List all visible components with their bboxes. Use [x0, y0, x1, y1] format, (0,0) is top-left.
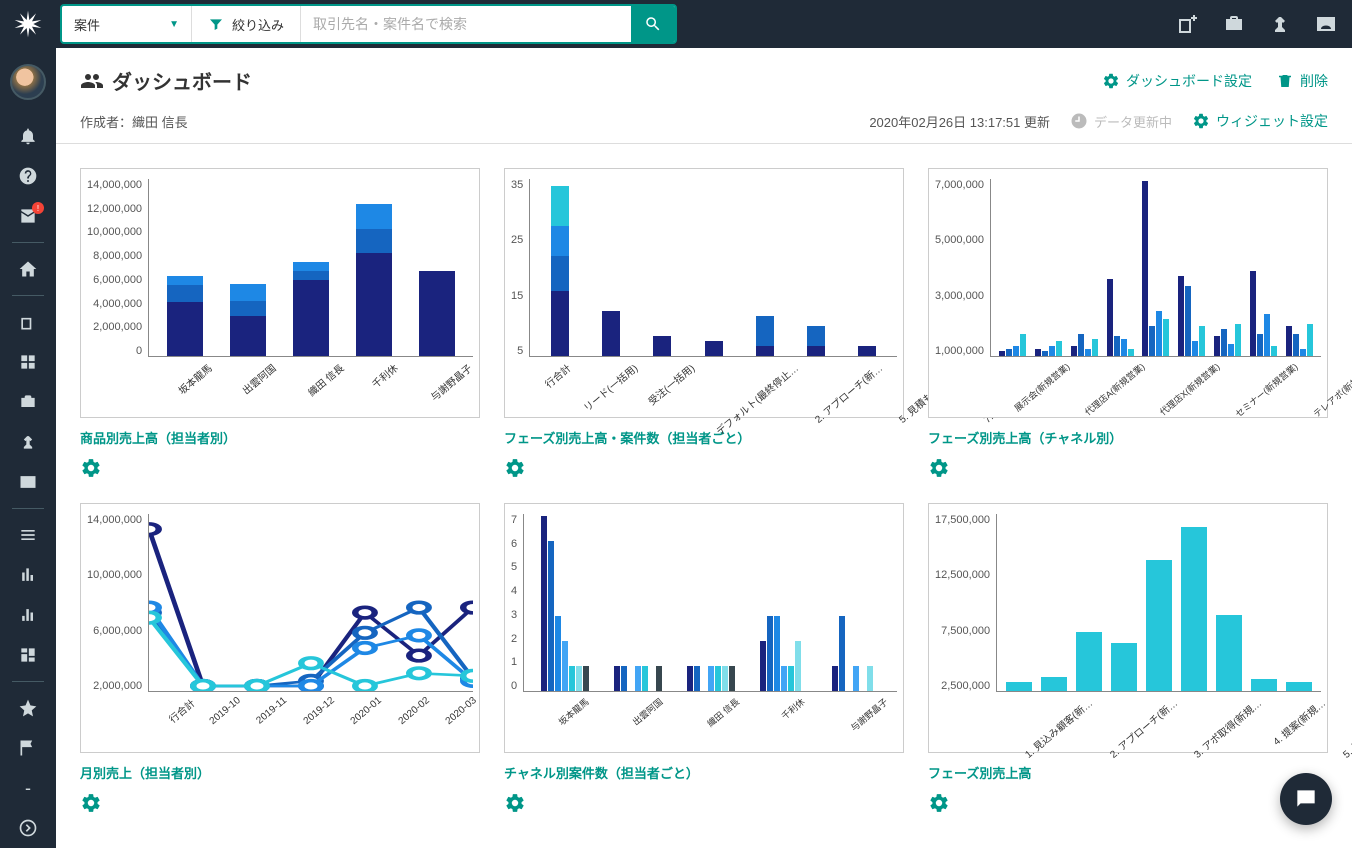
widget-title[interactable]: フェーズ別売上高（チャネル別）	[928, 428, 1328, 447]
nav-grid[interactable]	[0, 342, 56, 382]
dashboard-settings-button[interactable]: ダッシュボード設定	[1102, 71, 1252, 91]
filter-icon	[208, 16, 224, 32]
gear-icon	[1102, 72, 1120, 90]
nav-building[interactable]	[0, 302, 56, 342]
chevron-down-icon: ▼	[169, 19, 179, 30]
chart: 14,000,00010,000,0006,000,0002,000,000行合…	[80, 503, 480, 753]
widget-title[interactable]: 月別売上（担当者別）	[80, 763, 480, 782]
delete-button[interactable]: 削除	[1276, 71, 1328, 91]
nav-help[interactable]	[0, 156, 56, 196]
clock-icon	[1070, 112, 1088, 130]
nav-chart[interactable]	[0, 555, 56, 595]
search-button[interactable]	[631, 6, 675, 42]
nav-dashboard[interactable]	[0, 635, 56, 675]
widget-gear-button[interactable]	[80, 792, 102, 814]
search-input[interactable]	[301, 6, 631, 42]
nav-flag[interactable]	[0, 728, 56, 768]
nav-notifications[interactable]	[0, 116, 56, 156]
chart: 3525155行合計リード(一括用)受注(一括用)デフォルト(最終停止…2. ア…	[504, 168, 904, 418]
new-activity-icon[interactable]	[1266, 10, 1294, 38]
filter-label: 絞り込み	[232, 15, 284, 34]
widget-5: 17,500,00012,500,0007,500,0002,500,0001.…	[928, 503, 1328, 814]
group-icon	[80, 69, 104, 93]
new-building-icon[interactable]	[1174, 10, 1202, 38]
chart: 76543210坂本龍馬出雲阿国織田 信長千利休与謝野晶子	[504, 503, 904, 753]
nav-contacts[interactable]	[0, 462, 56, 502]
page-title: ダッシュボード	[80, 66, 252, 95]
widget-settings-button[interactable]: ウィジェット設定	[1192, 111, 1328, 131]
widget-gear-button[interactable]	[504, 792, 526, 814]
filter-button[interactable]: 絞り込み	[192, 6, 301, 42]
new-contact-icon[interactable]	[1312, 10, 1340, 38]
nav-mail[interactable]: !	[0, 196, 56, 236]
widget-4: 76543210坂本龍馬出雲阿国織田 信長千利休与謝野晶子チャネル別案件数（担当…	[504, 503, 904, 814]
search-type-select[interactable]: 案件 ▼	[62, 6, 192, 42]
nav-chart2[interactable]	[0, 595, 56, 635]
widget-2: 7,000,0005,000,0003,000,0001,000,000展示会(…	[928, 168, 1328, 479]
chart: 17,500,00012,500,0007,500,0002,500,0001.…	[928, 503, 1328, 753]
search-type-label: 案件	[74, 15, 100, 34]
widget-gear-button[interactable]	[504, 457, 526, 479]
updated-label: 2020年02月26日 13:17:51 更新	[869, 112, 1050, 131]
widget-gear-button[interactable]	[928, 457, 950, 479]
widget-0: 14,000,00012,000,00010,000,0008,000,0006…	[80, 168, 480, 479]
chat-bubble[interactable]	[1280, 773, 1332, 825]
nav-briefcase[interactable]	[0, 382, 56, 422]
widget-3: 14,000,00010,000,0006,000,0002,000,000行合…	[80, 503, 480, 814]
widget-title[interactable]: フェーズ別売上高	[928, 763, 1328, 782]
nav-list[interactable]	[0, 515, 56, 555]
nav-star[interactable]	[0, 688, 56, 728]
trash-icon	[1276, 72, 1294, 90]
mail-badge: !	[32, 202, 44, 214]
refreshing-label: データ更新中	[1070, 112, 1172, 131]
widget-gear-button[interactable]	[928, 792, 950, 814]
nav-activity[interactable]	[0, 422, 56, 462]
chart: 7,000,0005,000,0003,000,0001,000,000展示会(…	[928, 168, 1328, 418]
widget-title[interactable]: チャネル別案件数（担当者ごと）	[504, 763, 904, 782]
widget-1: 3525155行合計リード(一括用)受注(一括用)デフォルト(最終停止…2. ア…	[504, 168, 904, 479]
new-briefcase-icon[interactable]	[1220, 10, 1248, 38]
search-icon	[644, 15, 662, 33]
widget-title[interactable]: フェーズ別売上高・案件数（担当者ごと）	[504, 428, 904, 447]
widget-title[interactable]: 商品別売上高（担当者別）	[80, 428, 480, 447]
widget-gear-button[interactable]	[80, 457, 102, 479]
nav-expand[interactable]	[0, 808, 56, 848]
app-logo[interactable]	[12, 8, 44, 40]
nav-more[interactable]: -	[0, 768, 56, 808]
author-label: 作成者：織田 信長	[80, 112, 188, 131]
avatar[interactable]	[10, 64, 46, 100]
gear-icon	[1192, 112, 1210, 130]
nav-home[interactable]	[0, 249, 56, 289]
chat-icon	[1293, 786, 1319, 812]
chart: 14,000,00012,000,00010,000,0008,000,0006…	[80, 168, 480, 418]
